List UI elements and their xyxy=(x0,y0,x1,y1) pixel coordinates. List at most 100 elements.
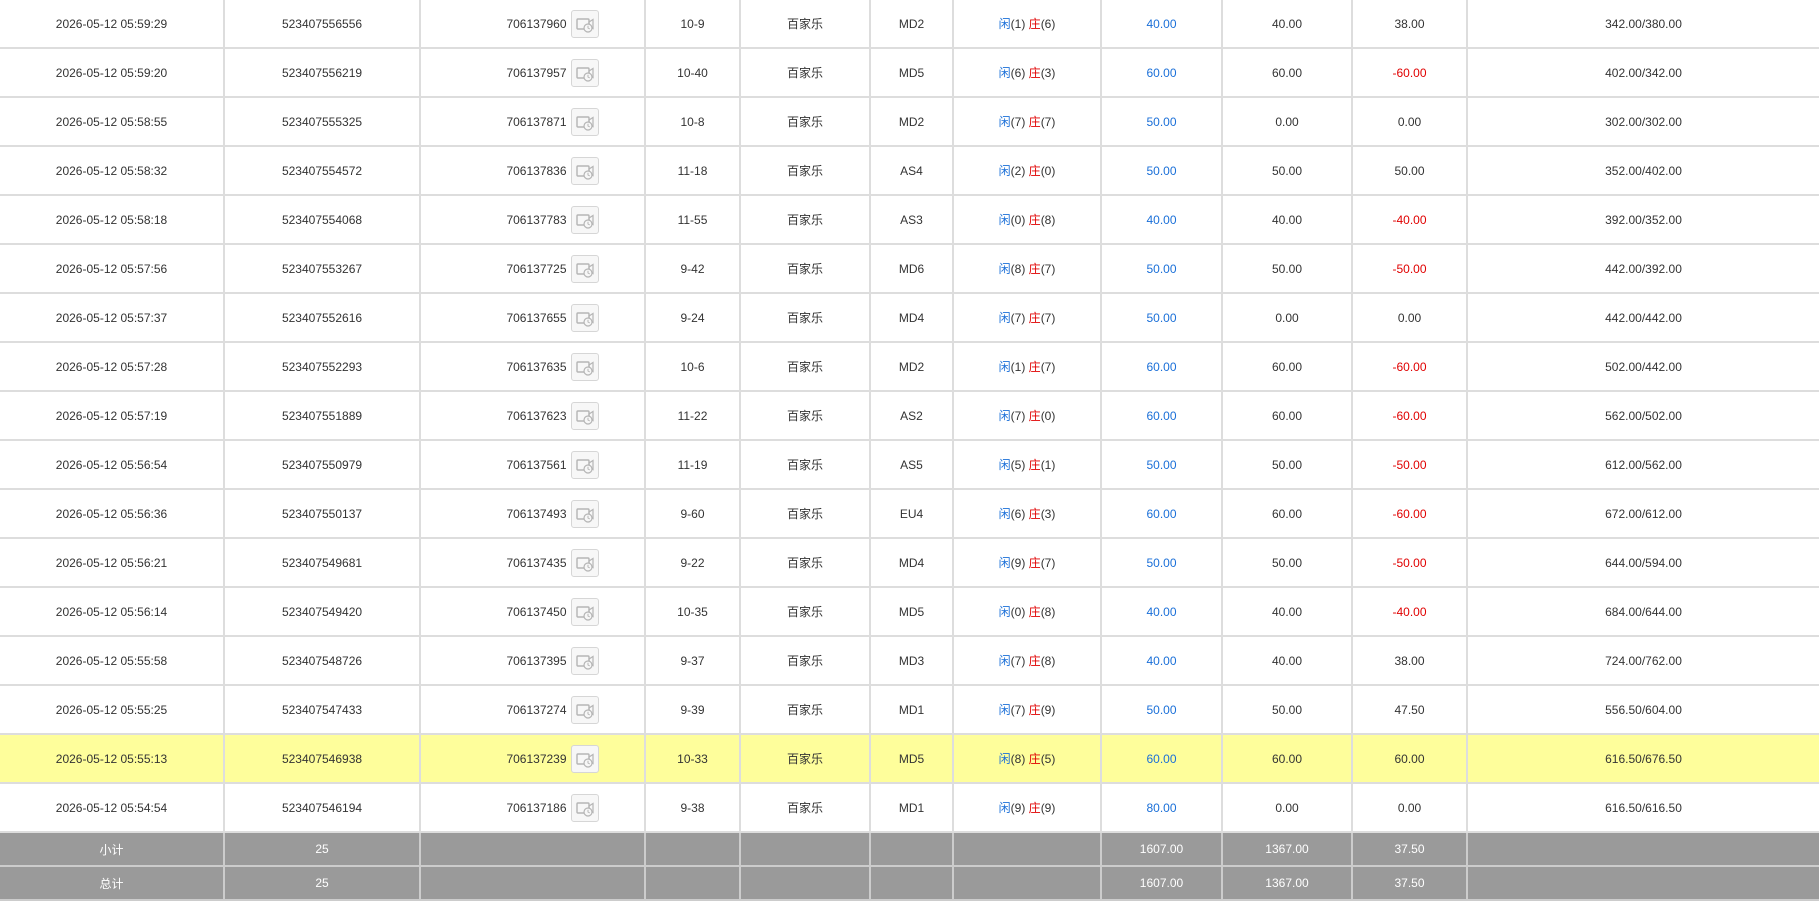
bet-amount-cell: 50.00 xyxy=(1101,685,1223,735)
banker-points: (3) xyxy=(1040,507,1056,521)
banker-points: (3) xyxy=(1040,66,1056,80)
table-code-cell: MD1 xyxy=(870,783,954,833)
transaction-id-text: 706137186 xyxy=(506,800,567,815)
round-cell: 9-38 xyxy=(645,783,741,833)
banker-label: 庄 xyxy=(1028,115,1041,129)
bet-amount-cell: 60.00 xyxy=(1101,391,1223,441)
subtotal-empty-cell xyxy=(740,832,871,867)
player-label: 闲 xyxy=(998,605,1011,619)
transaction-id-cell: 706137635 xyxy=(420,342,646,392)
bet-time-cell: 2026-05-12 05:57:28 xyxy=(0,342,225,392)
total-empty-cell xyxy=(953,866,1102,901)
video-replay-icon[interactable] xyxy=(570,254,599,283)
bet-time-cell: 2026-05-12 05:55:13 xyxy=(0,734,225,784)
player-label: 闲 xyxy=(998,115,1011,129)
banker-label: 庄 xyxy=(1028,654,1041,668)
total-label: 总计 xyxy=(0,866,225,901)
transaction-id-text: 706137725 xyxy=(506,261,567,276)
balance-cell: 402.00/342.00 xyxy=(1467,48,1819,98)
video-replay-icon[interactable] xyxy=(570,401,599,430)
transaction-id-cell: 706137836 xyxy=(420,146,646,196)
bet-amount-cell: 60.00 xyxy=(1101,342,1223,392)
banker-label: 庄 xyxy=(1028,556,1041,570)
banker-points: (9) xyxy=(1040,801,1056,815)
order-id-cell: 523407548726 xyxy=(224,636,421,686)
win-loss-cell: -40.00 xyxy=(1352,195,1468,245)
game-type-cell: 百家乐 xyxy=(740,489,871,539)
banker-points: (0) xyxy=(1040,164,1056,178)
subtotal-count: 25 xyxy=(224,832,421,867)
player-points: (8) xyxy=(1010,262,1026,276)
round-cell: 10-33 xyxy=(645,734,741,784)
total-empty-cell xyxy=(420,866,646,901)
banker-label: 庄 xyxy=(1028,458,1041,472)
banker-points: (6) xyxy=(1040,17,1056,31)
balance-cell: 502.00/442.00 xyxy=(1467,342,1819,392)
video-replay-icon[interactable] xyxy=(570,352,599,381)
bet-amount-cell: 60.00 xyxy=(1101,489,1223,539)
player-points: (7) xyxy=(1010,654,1026,668)
table-code-cell: MD5 xyxy=(870,734,954,784)
valid-bet-cell: 0.00 xyxy=(1222,97,1353,147)
transaction-id-text: 706137450 xyxy=(506,604,567,619)
win-loss-cell: -50.00 xyxy=(1352,244,1468,294)
video-replay-icon[interactable] xyxy=(570,205,599,234)
table-code-cell: AS2 xyxy=(870,391,954,441)
video-replay-icon[interactable] xyxy=(570,58,599,87)
bet-time-cell: 2026-05-12 05:59:20 xyxy=(0,48,225,98)
game-type-cell: 百家乐 xyxy=(740,538,871,588)
win-loss-cell: 0.00 xyxy=(1352,783,1468,833)
result-cell: 闲(7) 庄(7) xyxy=(953,293,1102,343)
bet-time-cell: 2026-05-12 05:56:14 xyxy=(0,587,225,637)
game-type-cell: 百家乐 xyxy=(740,636,871,686)
balance-cell: 616.50/676.50 xyxy=(1467,734,1819,784)
order-id-cell: 523407546938 xyxy=(224,734,421,784)
player-label: 闲 xyxy=(998,66,1011,80)
result-cell: 闲(1) 庄(6) xyxy=(953,0,1102,49)
transaction-id-cell: 706137561 xyxy=(420,440,646,490)
transaction-id-text: 706137635 xyxy=(506,359,567,374)
video-replay-icon[interactable] xyxy=(570,548,599,577)
player-points: (6) xyxy=(1010,66,1026,80)
table-row: 2026-05-12 05:56:54 523407550979 7061375… xyxy=(0,440,1819,490)
video-replay-icon[interactable] xyxy=(570,303,599,332)
valid-bet-cell: 60.00 xyxy=(1222,734,1353,784)
video-replay-icon[interactable] xyxy=(570,597,599,626)
balance-cell: 442.00/392.00 xyxy=(1467,244,1819,294)
balance-cell: 612.00/562.00 xyxy=(1467,440,1819,490)
video-replay-icon[interactable] xyxy=(570,646,599,675)
video-replay-icon[interactable] xyxy=(570,695,599,724)
subtotal-empty-cell xyxy=(420,832,646,867)
table-code-cell: MD6 xyxy=(870,244,954,294)
result-cell: 闲(7) 庄(7) xyxy=(953,97,1102,147)
player-label: 闲 xyxy=(998,556,1011,570)
player-points: (8) xyxy=(1010,752,1026,766)
table-row: 2026-05-12 05:57:19 523407551889 7061376… xyxy=(0,391,1819,441)
video-replay-icon[interactable] xyxy=(570,793,599,822)
bet-time-cell: 2026-05-12 05:55:25 xyxy=(0,685,225,735)
video-replay-icon[interactable] xyxy=(570,9,599,38)
transaction-id-cell: 706137435 xyxy=(420,538,646,588)
transaction-id-cell: 706137450 xyxy=(420,587,646,637)
balance-cell: 724.00/762.00 xyxy=(1467,636,1819,686)
player-points: (7) xyxy=(1010,409,1026,423)
valid-bet-cell: 60.00 xyxy=(1222,391,1353,441)
bet-time-cell: 2026-05-12 05:57:37 xyxy=(0,293,225,343)
transaction-id-text: 706137871 xyxy=(506,114,567,129)
player-points: (1) xyxy=(1010,360,1026,374)
order-id-cell: 523407555325 xyxy=(224,97,421,147)
transaction-id-cell: 706137239 xyxy=(420,734,646,784)
valid-bet-cell: 60.00 xyxy=(1222,489,1353,539)
result-cell: 闲(7) 庄(0) xyxy=(953,391,1102,441)
round-cell: 11-19 xyxy=(645,440,741,490)
bet-time-cell: 2026-05-12 05:58:18 xyxy=(0,195,225,245)
video-replay-icon[interactable] xyxy=(570,107,599,136)
banker-points: (8) xyxy=(1040,654,1056,668)
win-loss-cell: 0.00 xyxy=(1352,293,1468,343)
video-replay-icon[interactable] xyxy=(570,450,599,479)
video-replay-icon[interactable] xyxy=(570,499,599,528)
round-cell: 9-39 xyxy=(645,685,741,735)
video-replay-icon[interactable] xyxy=(570,744,599,773)
transaction-id-cell: 706137274 xyxy=(420,685,646,735)
video-replay-icon[interactable] xyxy=(570,156,599,185)
